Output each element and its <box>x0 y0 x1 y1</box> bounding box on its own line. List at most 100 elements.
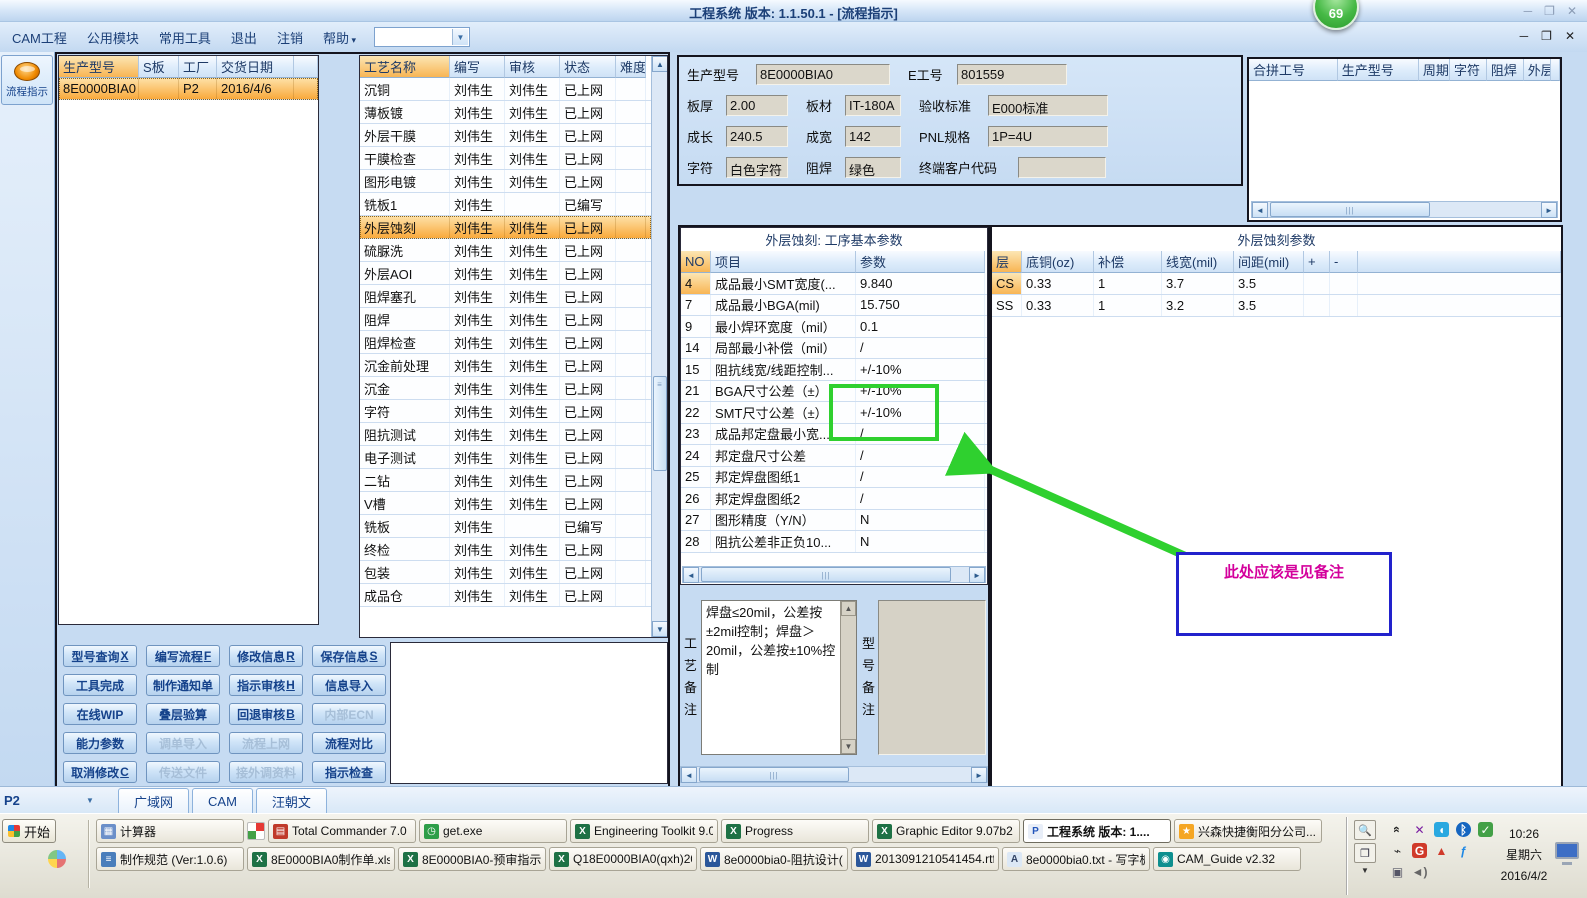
menu-item-1[interactable]: CAM工程 <box>2 24 77 51</box>
column-header[interactable]: 字符 <box>1449 59 1487 81</box>
start-button[interactable]: 开始 <box>2 819 56 843</box>
field-value[interactable]: 142 <box>845 125 901 147</box>
close-icon[interactable]: ✕ <box>1567 4 1577 18</box>
table-row[interactable]: 9 最小焊环宽度（mil） 0.1 <box>681 316 987 338</box>
chevron-down-icon[interactable]: ▼ <box>1354 866 1386 875</box>
action-button[interactable]: 信息导入 <box>312 674 386 696</box>
field-value[interactable]: 801559 <box>957 63 1067 85</box>
action-button[interactable]: 流程对比 <box>312 732 386 754</box>
action-button[interactable]: 型号查询 X <box>63 645 137 667</box>
table-row[interactable]: 包装 刘伟生 刘伟生 已上网 <box>360 561 651 584</box>
scroll-right-icon[interactable]: ► <box>971 767 987 783</box>
column-header[interactable]: 层 <box>992 251 1022 273</box>
menu-item-6[interactable]: 帮助 ▾ <box>313 24 366 51</box>
taskbar-button[interactable]: ▤ Total Commander 7.0 ... <box>268 819 416 843</box>
table-row[interactable]: V槽 刘伟生 刘伟生 已上网 <box>360 492 651 515</box>
strip-tab-3[interactable]: 汪朝文 <box>255 788 327 814</box>
column-header[interactable]: 交货日期 <box>217 56 294 78</box>
table-row[interactable]: 7 成品最小BGA(mil) 15.750 <box>681 294 987 316</box>
process-scrollbar[interactable]: ▲ ≡ ▼ <box>651 56 667 637</box>
column-header[interactable]: NO <box>681 251 711 273</box>
x-app-icon[interactable]: ✕ <box>1412 822 1427 837</box>
strip-tab-1[interactable]: 广域网 <box>118 788 190 814</box>
taskbar-button[interactable]: P 工程系统 版本: 1.... <box>1023 819 1171 843</box>
column-header[interactable]: 间距(mil) <box>1234 251 1304 273</box>
menu-item-3[interactable]: 常用工具 <box>149 24 221 51</box>
column-header[interactable]: 补偿 <box>1094 251 1162 273</box>
empty-listbox[interactable] <box>390 642 668 784</box>
taskbar-button[interactable]: A 8e0000bia0.txt - 写字板 <box>1002 847 1150 871</box>
action-button[interactable]: 回退审核 B <box>229 703 303 725</box>
column-header[interactable]: 状态 <box>560 56 616 78</box>
taskbar-button[interactable]: X Q18E0000BIA0(qxh)20... <box>549 847 697 871</box>
field-value[interactable]: 2.00 <box>726 94 788 116</box>
table-row[interactable]: CS 0.33 1 3.7 3.5 <box>992 273 1561 295</box>
menu-combobox[interactable]: ▼ <box>374 27 470 47</box>
scroll-left-icon[interactable]: ◄ <box>683 567 699 583</box>
action-button[interactable]: 修改信息 R <box>229 645 303 667</box>
shield-icon[interactable]: ✓ <box>1478 822 1493 837</box>
table-row[interactable]: 铣板1 刘伟生 已编写 <box>360 193 651 216</box>
table-row[interactable]: 15 阻抗线宽/线距控制... +/-10% <box>681 359 987 381</box>
table-row[interactable]: 沉铜 刘伟生 刘伟生 已上网 <box>360 78 651 101</box>
column-header[interactable]: 底铜(oz) <box>1022 251 1094 273</box>
pinwheel-icon[interactable] <box>247 822 265 840</box>
table-row[interactable]: 外层AOI 刘伟生 刘伟生 已上网 <box>360 262 651 285</box>
taskbar-button[interactable]: ▦ 计算器 <box>96 819 244 843</box>
table-row[interactable]: 阻焊 刘伟生 刘伟生 已上网 <box>360 308 651 331</box>
taskbar-button[interactable]: W 8e0000bia0-阻抗设计(... <box>700 847 848 871</box>
menu-item-4[interactable]: 退出 <box>221 24 267 51</box>
table-row[interactable]: 沉金前处理 刘伟生 刘伟生 已上网 <box>360 354 651 377</box>
taskbar-button[interactable]: ◉ CAM_Guide v2.32 <box>1153 847 1301 871</box>
cascade-windows-icon[interactable]: ❐ <box>1354 843 1376 863</box>
table-row[interactable]: 二钻 刘伟生 刘伟生 已上网 <box>360 469 651 492</box>
action-button[interactable]: 制作通知单 <box>146 674 220 696</box>
column-header[interactable]: 难度 <box>616 56 646 78</box>
action-button[interactable]: 编写流程 F <box>146 645 220 667</box>
table-row[interactable]: 成品仓 刘伟生 刘伟生 已上网 <box>360 584 651 607</box>
collapse-icon[interactable]: « <box>1390 822 1405 837</box>
volume-icon[interactable]: ◄) <box>1412 864 1428 879</box>
table-row[interactable]: 阻焊检查 刘伟生 刘伟生 已上网 <box>360 331 651 354</box>
flow-indicator-button[interactable]: 流程指示 <box>1 55 53 105</box>
network-icon[interactable]: ▣ <box>1390 864 1405 879</box>
restore-icon[interactable]: ❐ <box>1544 4 1555 18</box>
table-row[interactable]: 外层蚀刻 刘伟生 刘伟生 已上网 <box>360 216 651 239</box>
table-row[interactable]: SS 0.33 1 3.2 3.5 <box>992 295 1561 317</box>
process-remark-textarea[interactable]: 焊盘≤20mil，公差按±2mil控制；焊盘＞20mil，公差按±10%控制 ▲… <box>701 600 857 755</box>
action-button[interactable]: 保存信息 S <box>312 645 386 667</box>
field-value[interactable]: E000标准 <box>988 94 1108 116</box>
scroll-down-icon[interactable]: ▼ <box>652 621 667 637</box>
action-button[interactable]: 传送文件 <box>146 761 220 783</box>
g-app-icon[interactable]: G <box>1412 843 1427 858</box>
field-value[interactable]: 1P=4U <box>988 125 1108 147</box>
taskbar-button[interactable]: ≡ 制作规范 (Ver:1.0.6) <box>96 847 244 871</box>
column-header[interactable]: 参数 <box>856 251 985 273</box>
taskbar-button[interactable]: W 2013091210541454.rtf ... <box>851 847 999 871</box>
scrollbar-thumb[interactable]: ||| <box>1270 202 1430 217</box>
table-row[interactable]: 阻抗测试 刘伟生 刘伟生 已上网 <box>360 423 651 446</box>
action-button[interactable]: 叠层验算 <box>146 703 220 725</box>
plug-icon[interactable]: ⌁ <box>1390 843 1405 858</box>
flash-app-icon[interactable]: ƒ <box>1456 843 1471 858</box>
table-row[interactable]: 沉金 刘伟生 刘伟生 已上网 <box>360 377 651 400</box>
factory-selector[interactable]: P2 <box>4 793 20 808</box>
scroll-up-icon[interactable]: ▲ <box>652 56 667 72</box>
mdi-restore-icon[interactable]: ❐ <box>1541 29 1552 43</box>
field-value[interactable]: 白色字符 <box>726 156 788 178</box>
scrollbar-thumb[interactable]: ≡ <box>653 376 667 471</box>
action-button[interactable]: 指示检查 <box>312 761 386 783</box>
messenger-icon[interactable]: ◖ <box>1434 822 1449 837</box>
quick-launch-icon[interactable] <box>48 850 66 868</box>
strip-tab-2[interactable]: CAM <box>192 788 253 814</box>
column-header[interactable]: 阻焊 <box>1486 59 1524 81</box>
mdi-minimize-icon[interactable]: ─ <box>1520 29 1529 43</box>
action-button[interactable]: 内部ECN <box>312 703 386 725</box>
taskbar-button[interactable]: X 8E0000BIA0制作单.xls ... <box>247 847 395 871</box>
middle-hscrollbar[interactable]: ◄ ||| ► <box>680 766 988 783</box>
tray-clock[interactable]: 10:26 星期六 2016/4/2 <box>1493 817 1555 895</box>
triangle-app-icon[interactable]: ▲ <box>1434 843 1449 858</box>
chevron-down-icon[interactable]: ▼ <box>86 796 94 805</box>
field-value[interactable] <box>1018 156 1106 178</box>
scroll-left-icon[interactable]: ◄ <box>1252 202 1268 218</box>
